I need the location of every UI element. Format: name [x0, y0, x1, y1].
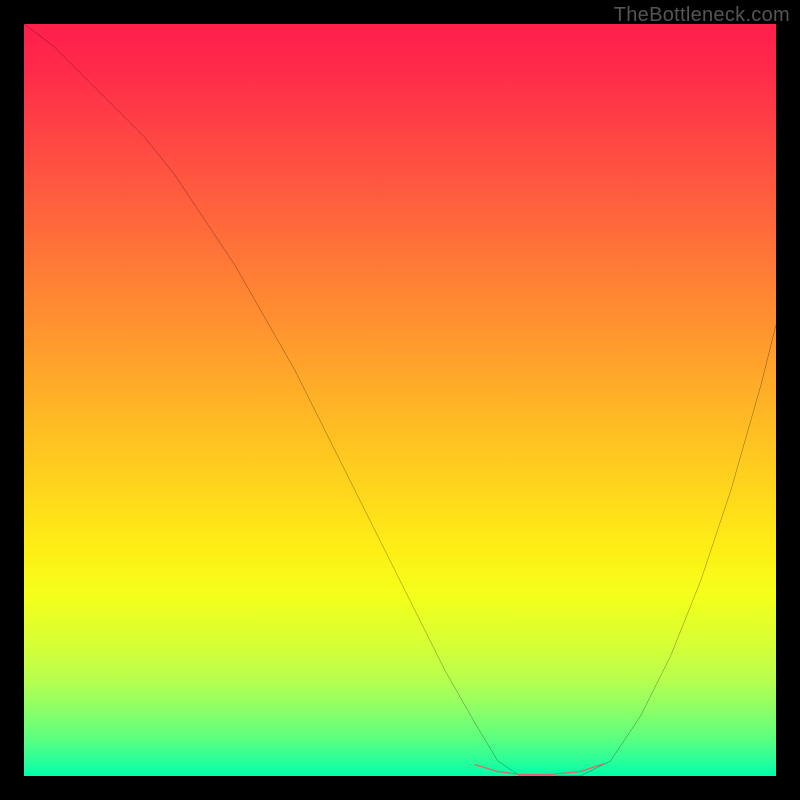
watermark-text: TheBottleneck.com: [614, 4, 790, 27]
plot-area: [24, 24, 776, 776]
bottleneck-curve: [24, 24, 776, 776]
curve-layer: [24, 24, 776, 776]
trough-marker: [475, 764, 603, 775]
chart-frame: TheBottleneck.com: [0, 0, 800, 800]
